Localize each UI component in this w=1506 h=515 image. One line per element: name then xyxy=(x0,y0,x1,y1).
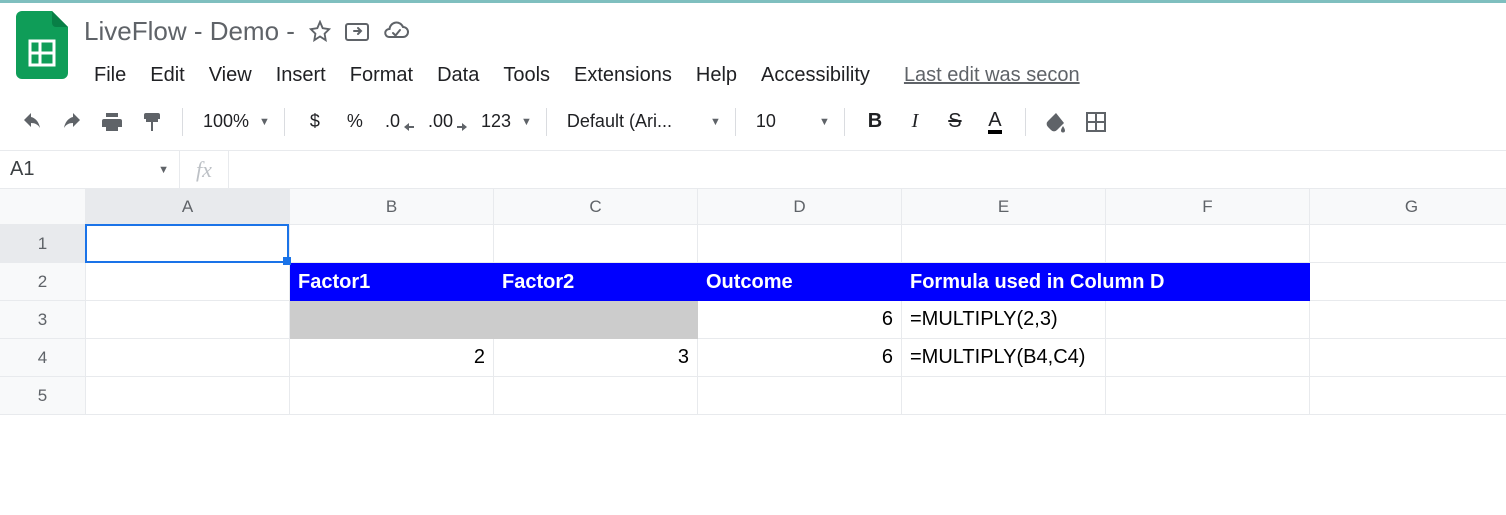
col-header-b[interactable]: B xyxy=(290,189,494,225)
cell-b1[interactable] xyxy=(290,225,494,263)
last-edit-link[interactable]: Last edit was secon xyxy=(904,64,1080,87)
separator xyxy=(546,108,547,136)
cell-e4[interactable]: =MULTIPLY(B4,C4) xyxy=(902,339,1106,377)
menu-format[interactable]: Format xyxy=(340,60,423,91)
select-all-corner[interactable] xyxy=(0,189,86,225)
cell-d2[interactable]: Outcome xyxy=(698,263,902,301)
menu-file[interactable]: File xyxy=(84,60,136,91)
number-format-dropdown[interactable]: 123▼ xyxy=(475,106,532,138)
cell-g2[interactable] xyxy=(1310,263,1506,301)
cell-b4[interactable]: 2 xyxy=(290,339,494,377)
separator xyxy=(284,108,285,136)
header: LiveFlow - Demo - File Edit View Insert … xyxy=(0,3,1506,93)
star-icon[interactable] xyxy=(309,20,331,42)
menu-bar: File Edit View Insert Format Data Tools … xyxy=(84,57,1490,93)
name-box[interactable]: A1 ▼ xyxy=(0,151,180,188)
menu-view[interactable]: View xyxy=(199,60,262,91)
increase-decimal-button[interactable]: .00 xyxy=(422,106,467,138)
column-header-row: A B C D E F G xyxy=(0,189,1506,225)
cell-c3[interactable] xyxy=(494,301,698,339)
menu-insert[interactable]: Insert xyxy=(266,60,336,91)
cell-b2[interactable]: Factor1 xyxy=(290,263,494,301)
col-header-f[interactable]: F xyxy=(1106,189,1310,225)
col-header-c[interactable]: C xyxy=(494,189,698,225)
percent-button[interactable]: % xyxy=(339,106,371,138)
toolbar: 100%▼ $ % .0 .00 123▼ Default (Ari...▼ 1… xyxy=(0,93,1506,151)
currency-button[interactable]: $ xyxy=(299,106,331,138)
cell-g5[interactable] xyxy=(1310,377,1506,415)
cell-d5[interactable] xyxy=(698,377,902,415)
fx-label: fx xyxy=(180,151,229,188)
sheets-logo[interactable] xyxy=(16,11,68,79)
borders-button[interactable] xyxy=(1080,106,1112,138)
italic-button[interactable]: I xyxy=(899,106,931,138)
cell-f5[interactable] xyxy=(1106,377,1310,415)
undo-button[interactable] xyxy=(16,106,48,138)
col-header-e[interactable]: E xyxy=(902,189,1106,225)
doc-title[interactable]: LiveFlow - Demo - xyxy=(84,16,295,47)
menu-accessibility[interactable]: Accessibility xyxy=(751,60,880,91)
cell-a2[interactable] xyxy=(86,263,290,301)
cell-c5[interactable] xyxy=(494,377,698,415)
grid-body: 1 2 3 4 5 Factor1 Factor2 Outcome Formul… xyxy=(0,225,1506,415)
cell-e3[interactable]: =MULTIPLY(2,3) xyxy=(902,301,1106,339)
cell-b5[interactable] xyxy=(290,377,494,415)
move-icon[interactable] xyxy=(345,21,369,41)
cell-g3[interactable] xyxy=(1310,301,1506,339)
separator xyxy=(1025,108,1026,136)
print-button[interactable] xyxy=(96,106,128,138)
cell-a3[interactable] xyxy=(86,301,290,339)
formula-input[interactable] xyxy=(229,151,1506,188)
font-size-dropdown[interactable]: 10▼ xyxy=(750,106,830,138)
zoom-dropdown[interactable]: 100%▼ xyxy=(197,106,270,138)
font-dropdown[interactable]: Default (Ari...▼ xyxy=(561,106,721,138)
cell-e1[interactable] xyxy=(902,225,1106,263)
cell-d3[interactable]: 6 xyxy=(698,301,902,339)
cell-c4[interactable]: 3 xyxy=(494,339,698,377)
menu-data[interactable]: Data xyxy=(427,60,489,91)
separator xyxy=(735,108,736,136)
cell-f4[interactable] xyxy=(1106,339,1310,377)
row-header-1[interactable]: 1 xyxy=(0,225,86,263)
formula-bar: A1 ▼ fx xyxy=(0,151,1506,189)
row-header-5[interactable]: 5 xyxy=(0,377,86,415)
fill-color-button[interactable] xyxy=(1040,106,1072,138)
cell-a5[interactable] xyxy=(86,377,290,415)
cell-e5[interactable] xyxy=(902,377,1106,415)
cell-b3[interactable] xyxy=(290,301,494,339)
cell-g1[interactable] xyxy=(1310,225,1506,263)
cloud-icon[interactable] xyxy=(383,21,409,41)
row-header-2[interactable]: 2 xyxy=(0,263,86,301)
cell-c2[interactable]: Factor2 xyxy=(494,263,698,301)
col-header-a[interactable]: A xyxy=(86,189,290,225)
redo-button[interactable] xyxy=(56,106,88,138)
menu-extensions[interactable]: Extensions xyxy=(564,60,682,91)
row-header-4[interactable]: 4 xyxy=(0,339,86,377)
cell-f1[interactable] xyxy=(1106,225,1310,263)
menu-tools[interactable]: Tools xyxy=(493,60,560,91)
row-header-3[interactable]: 3 xyxy=(0,301,86,339)
paint-format-button[interactable] xyxy=(136,106,168,138)
cell-a1[interactable] xyxy=(86,225,290,263)
cell-a4[interactable] xyxy=(86,339,290,377)
cell-e2[interactable]: Formula used in Column D xyxy=(902,263,1310,301)
col-header-d[interactable]: D xyxy=(698,189,902,225)
decrease-decimal-button[interactable]: .0 xyxy=(379,106,414,138)
cell-d1[interactable] xyxy=(698,225,902,263)
cell-g4[interactable] xyxy=(1310,339,1506,377)
cell-c1[interactable] xyxy=(494,225,698,263)
text-color-button[interactable]: A xyxy=(979,106,1011,138)
separator xyxy=(844,108,845,136)
separator xyxy=(182,108,183,136)
strikethrough-button[interactable]: S xyxy=(939,106,971,138)
bold-button[interactable]: B xyxy=(859,106,891,138)
menu-edit[interactable]: Edit xyxy=(140,60,194,91)
chevron-down-icon: ▼ xyxy=(158,164,169,176)
cell-f3[interactable] xyxy=(1106,301,1310,339)
cells-area[interactable]: Factor1 Factor2 Outcome Formula used in … xyxy=(86,225,1506,415)
cell-d4[interactable]: 6 xyxy=(698,339,902,377)
menu-help[interactable]: Help xyxy=(686,60,747,91)
col-header-g[interactable]: G xyxy=(1310,189,1506,225)
